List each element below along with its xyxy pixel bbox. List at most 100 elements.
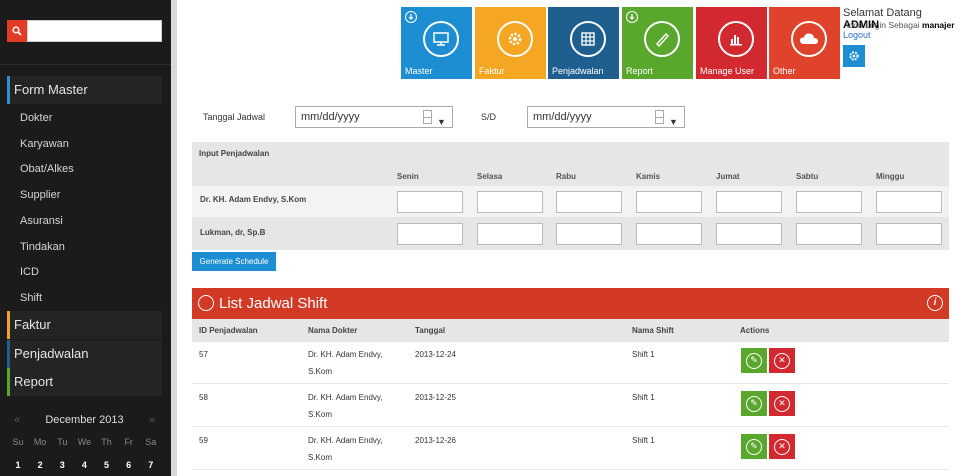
edit-button[interactable]: ✎ (741, 434, 767, 459)
menu-item-supplier[interactable]: Supplier (20, 188, 60, 202)
column-header: Nama Dokter (308, 326, 358, 335)
menu-item-shift[interactable]: Shift (20, 291, 42, 305)
calendar-date[interactable]: 1 (7, 460, 29, 470)
delete-button[interactable]: ✕ (769, 434, 795, 459)
calendar-date[interactable]: 2 (29, 460, 51, 470)
column-header: Actions (740, 326, 770, 335)
date-from-input[interactable]: mm/dd/yyyy ▼ (295, 106, 453, 128)
gear-icon (849, 51, 859, 61)
shift-input-kamis[interactable] (636, 191, 702, 213)
shift-input-sabtu[interactable] (796, 223, 862, 245)
doctor-line: S.Kom (308, 453, 333, 462)
menu-item-obat-alkes[interactable]: Obat/Alkes (20, 162, 74, 176)
shift-input-minggu[interactable] (876, 223, 942, 245)
welcome-prefix: Selamat Datang (843, 7, 922, 19)
shift-input-senin[interactable] (397, 191, 463, 213)
delete-button[interactable]: ✕ (769, 391, 795, 416)
info-icon[interactable]: i (927, 295, 943, 311)
menu-item-karyawan[interactable]: Karyawan (20, 137, 69, 151)
shift-input-sabtu[interactable] (796, 191, 862, 213)
weekday: Su (12, 437, 24, 447)
gear-icon (497, 21, 533, 57)
shift-input-selasa[interactable] (477, 223, 543, 245)
menu-item-icd[interactable]: ICD (20, 265, 39, 279)
calendar-next-button[interactable]: » (149, 414, 155, 426)
search-input[interactable] (27, 20, 162, 42)
settings-button[interactable] (843, 45, 865, 67)
doctor-line: Dr. KH. Adam Endvy, (308, 436, 383, 445)
column-header: ID Penjadwalan (199, 326, 258, 335)
shift-input-rabu[interactable] (556, 223, 622, 245)
cell-shift: Shift 1 (632, 350, 655, 359)
tile-master[interactable]: Master (401, 7, 472, 79)
menu-item-tindakan[interactable]: Tindakan (20, 240, 65, 254)
shift-input-minggu[interactable] (876, 191, 942, 213)
tile-label: Penjadwalan (552, 66, 604, 76)
menu-label: Report (14, 374, 54, 389)
doctor-line: Dr. KH. Adam Endvy, (308, 393, 383, 402)
list-title: List Jadwal Shift (219, 295, 328, 312)
weekday: We (77, 437, 92, 447)
shift-input-kamis[interactable] (636, 223, 702, 245)
generate-schedule-button[interactable]: Generate Schedule (192, 252, 276, 271)
sidebar-edge (171, 0, 177, 476)
date-to-input[interactable]: mm/dd/yyyy ▼ (527, 106, 685, 128)
tile-manage-user[interactable]: Manage User (696, 7, 767, 79)
menu-report[interactable]: Report (7, 368, 162, 396)
tile-other[interactable]: Other (769, 7, 840, 79)
cell-date: 2013-12-26 (415, 436, 456, 445)
pencil-icon: ✎ (746, 395, 762, 412)
tile-label: Other (773, 66, 796, 76)
cell-id: 57 (199, 350, 208, 359)
menu-form-master[interactable]: Form Master (7, 76, 162, 104)
table-row (192, 342, 949, 384)
download-icon (626, 11, 638, 23)
tile-report[interactable]: Report (622, 7, 693, 79)
weekday: Fr (124, 437, 133, 447)
shift-input-senin[interactable] (397, 223, 463, 245)
sidebar-search (7, 20, 162, 42)
menu-faktur[interactable]: Faktur (7, 311, 162, 339)
tile-penjadwalan[interactable]: Penjadwalan (548, 7, 619, 79)
menu-penjadwalan[interactable]: Penjadwalan (7, 340, 162, 368)
sidebar-divider (0, 64, 171, 65)
table-row (192, 385, 949, 427)
doctor-name: Dr. KH. Adam Endvy, S.Kom (200, 195, 307, 204)
cell-doctor: Dr. KH. Adam Endvy, S.Kom (308, 432, 383, 466)
table-row (192, 428, 949, 470)
delete-button[interactable]: ✕ (769, 348, 795, 373)
chevron-down-icon[interactable]: ▼ (669, 112, 678, 132)
shift-input-rabu[interactable] (556, 191, 622, 213)
date-range-separator: S/D (481, 112, 497, 122)
menu-accent (7, 311, 10, 339)
edit-button[interactable]: ✎ (741, 391, 767, 416)
menu-accent (7, 368, 10, 396)
calendar-date[interactable]: 5 (96, 460, 118, 470)
monitor-icon (423, 21, 459, 57)
date-to-value: mm/dd/yyyy (533, 111, 592, 123)
menu-item-asuransi[interactable]: Asuransi (20, 214, 63, 228)
date-from-spinner[interactable] (423, 110, 432, 124)
weekday: Tu (57, 437, 68, 447)
shift-input-jumat[interactable] (716, 191, 782, 213)
shift-input-jumat[interactable] (716, 223, 782, 245)
edit-button[interactable]: ✎ (741, 348, 767, 373)
calendar-date[interactable]: 3 (51, 460, 73, 470)
tile-faktur[interactable]: Faktur (475, 7, 546, 79)
calendar-header: « December 2013 » (7, 414, 162, 430)
day-header: Minggu (876, 172, 905, 181)
sidebar: Form Master Dokter Karyawan Obat/Alkes S… (0, 0, 171, 476)
logout-link[interactable]: Logout (843, 30, 871, 40)
close-icon: ✕ (774, 395, 790, 412)
tile-label: Faktur (479, 66, 505, 76)
calendar-date[interactable]: 6 (118, 460, 140, 470)
shift-input-selasa[interactable] (477, 191, 543, 213)
date-to-spinner[interactable] (655, 110, 664, 124)
day-header: Senin (397, 172, 419, 181)
tile-label: Report (626, 66, 654, 76)
chevron-down-icon[interactable]: ▼ (437, 112, 446, 132)
search-button[interactable] (7, 20, 27, 42)
menu-item-dokter[interactable]: Dokter (20, 111, 52, 125)
calendar-date[interactable]: 4 (73, 460, 95, 470)
calendar-date[interactable]: 7 (140, 460, 162, 470)
